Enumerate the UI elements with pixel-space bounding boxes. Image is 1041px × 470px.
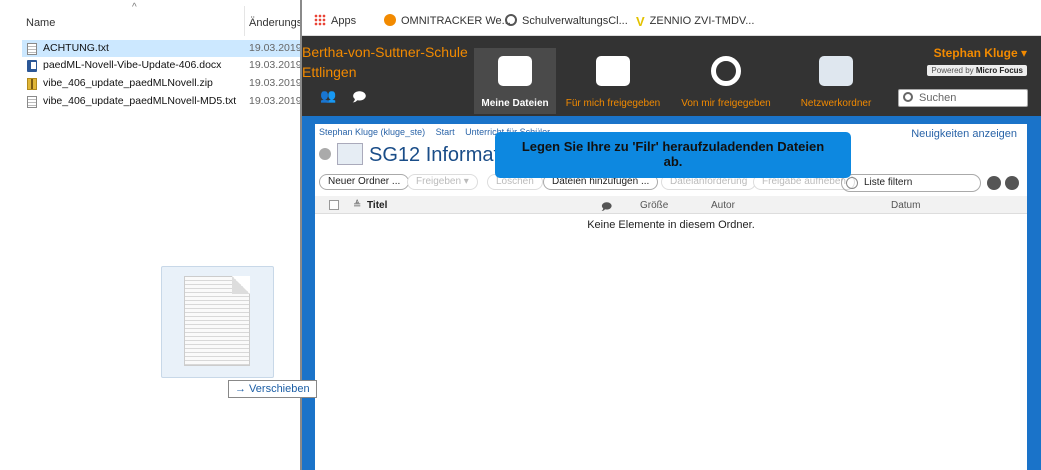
tab-shared-by-me[interactable]: Von mir freigegeben [670,48,782,114]
filter-input[interactable]: Liste filtern [841,174,981,192]
network-folder-icon [819,56,853,86]
bookmark-schulverwaltung[interactable]: SchulverwaltungsCl... [505,14,628,27]
search-input[interactable]: Suchen [898,89,1028,107]
file-row[interactable]: vibe_406_update_paedMLNovell-MD5.txt 19.… [22,93,301,110]
file-date: 19.03.2019 [249,59,301,71]
sort-icon[interactable]: ≜ [353,200,361,211]
my-files-icon [498,56,532,86]
word-doc-icon [27,60,37,72]
file-name: vibe_406_update_paedMLNovell-MD5.txt [43,95,237,107]
drop-zone[interactable]: Stephan Kluge (kluge_ste) Start Unterric… [302,116,1041,470]
globe-icon [505,14,517,26]
file-name: paedML-Novell-Vibe-Update-406.docx [43,59,222,71]
browser-window: Apps OMNITRACKER We... SchulverwaltungsC… [302,0,1041,470]
zip-file-icon [27,78,37,90]
table-header: ≜ Titel 🗩 Größe Autor Datum [315,196,1027,214]
explorer-column-header: ^ Name Änderungs [0,0,301,36]
comment-icon[interactable]: 🗩 [352,88,366,110]
user-menu[interactable]: Stephan Kluge ▾ [934,46,1027,60]
breadcrumb-item[interactable]: Start [436,127,455,137]
comment-column-icon: 🗩 [601,202,613,213]
column-size[interactable]: Größe [640,200,668,211]
column-divider[interactable] [244,6,245,36]
gear-icon[interactable] [1005,176,1019,190]
zennio-icon: V [636,14,645,29]
folder-icon [337,143,363,165]
select-all-checkbox[interactable] [329,200,339,210]
file-date: 19.03.2019 [249,42,301,54]
column-modified[interactable]: Änderungs [249,17,301,29]
share-icon [711,56,741,86]
bookmark-zennio[interactable]: V ZENNIO ZVI-TMDV... [636,14,754,29]
drop-hint-toast: Legen Sie Ihre zu 'Filr' heraufzuladende… [495,132,851,178]
search-icon [903,92,913,102]
column-name[interactable]: Name [26,17,55,29]
file-name: vibe_406_update_paedMLNovell.zip [43,77,213,89]
empty-folder-message: Keine Elemente in diesem Ordner. [587,219,755,231]
page-title: SG12 Informatik [319,143,514,167]
tab-network-folders[interactable]: Netzwerkordner [794,48,878,114]
file-name: ACHTUNG.txt [43,42,109,54]
bookmark-omnitracker[interactable]: OMNITRACKER We... [384,14,511,27]
file-date: 19.03.2019 [249,77,301,89]
bookmarks-bar: Apps OMNITRACKER We... SchulverwaltungsC… [302,0,1041,36]
text-file-icon [27,43,37,55]
drag-file-preview [161,266,274,378]
move-cursor-label: → Verschieben [228,380,317,398]
bookmark-apps[interactable]: Apps [314,14,356,27]
users-icon[interactable]: 👥 [320,88,336,104]
news-link[interactable]: Neuigkeiten anzeigen [911,128,1017,140]
chevron-down-icon: ▾ [1020,46,1027,60]
column-date[interactable]: Datum [891,200,920,211]
apps-grid-icon [314,14,326,26]
tab-my-files[interactable]: Meine Dateien [474,48,556,114]
toggle-icon[interactable] [319,148,331,160]
vibe-header: Bertha-von-Suttner-Schule Ettlingen 👥 🗩 … [302,36,1041,116]
sort-indicator[interactable]: ^ [132,2,137,13]
omnitracker-icon [384,14,396,26]
share-button[interactable]: Freigeben ▾ [407,174,478,190]
file-row[interactable]: ACHTUNG.txt 19.03.2019 [22,40,301,57]
file-row[interactable]: paedML-Novell-Vibe-Update-406.docx 19.03… [22,57,301,74]
column-author[interactable]: Autor [711,200,735,211]
filter-icon [846,177,858,189]
organization-name: Bertha-von-Suttner-Schule Ettlingen [302,44,468,80]
file-row[interactable]: vibe_406_update_paedMLNovell.zip 19.03.2… [22,75,301,92]
file-explorer-pane: ^ Name Änderungs ACHTUNG.txt 19.03.2019 … [0,0,301,470]
more-options-icon[interactable] [987,176,1001,190]
new-folder-button[interactable]: Neuer Ordner ... [319,174,410,190]
document-icon [184,276,250,366]
column-title[interactable]: Titel [367,200,387,211]
tab-shared-with-me[interactable]: Für mich freigegeben [560,48,666,114]
file-date: 19.03.2019 [249,95,301,107]
text-file-icon [27,96,37,108]
shared-with-me-icon [596,56,630,86]
powered-by-badge: Powered by Micro Focus [927,65,1027,76]
breadcrumb-item[interactable]: Stephan Kluge (kluge_ste) [319,127,425,137]
folder-panel: Stephan Kluge (kluge_ste) Start Unterric… [315,124,1027,470]
